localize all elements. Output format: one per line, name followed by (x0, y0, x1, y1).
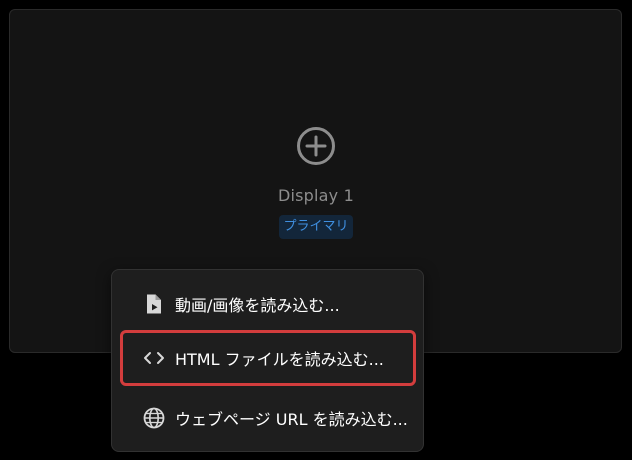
menu-item-label: HTML ファイルを読み込む... (175, 350, 384, 369)
plus-circle-icon[interactable] (296, 126, 336, 166)
globe-icon (143, 407, 165, 429)
menu-item-label: 動画/画像を読み込む... (175, 296, 340, 315)
menu-item-load-url[interactable]: ウェブページ URL を読み込む... (120, 390, 416, 446)
context-menu: 動画/画像を読み込む... HTML ファイルを読み込む... ウェブページ U… (111, 269, 424, 452)
menu-item-label: ウェブページ URL を読み込む... (175, 410, 408, 429)
code-icon (144, 352, 164, 364)
file-media-icon (147, 294, 161, 314)
display-name: Display 1 (277, 186, 355, 205)
menu-item-load-html[interactable]: HTML ファイルを読み込む... (120, 330, 416, 386)
menu-item-load-media[interactable]: 動画/画像を読み込む... (120, 276, 416, 332)
primary-badge: プライマリ (279, 215, 353, 239)
